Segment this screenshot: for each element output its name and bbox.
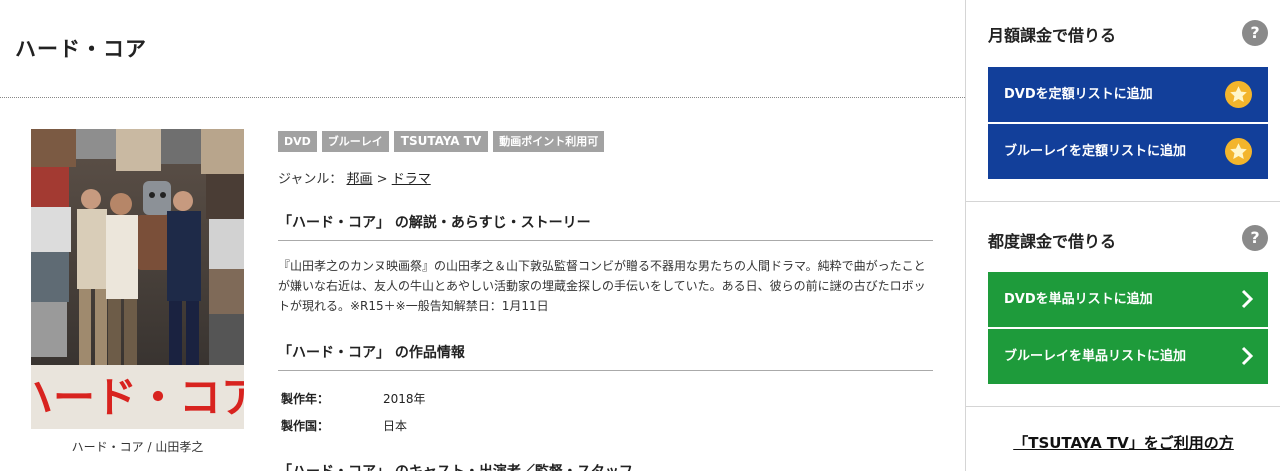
tag-bluray: ブルーレイ bbox=[321, 131, 389, 152]
star-icon bbox=[1225, 81, 1252, 108]
info-heading: 「ハード・コア」 の作品情報 bbox=[278, 342, 933, 371]
add-bluray-single-button[interactable]: ブルーレイを単品リストに追加 bbox=[988, 329, 1268, 384]
info-value: 2018年 bbox=[383, 392, 426, 406]
star-icon bbox=[1225, 138, 1252, 165]
genre-link-japanese-film[interactable]: 邦画 bbox=[347, 172, 373, 187]
button-label: ブルーレイを定額リストに追加 bbox=[1004, 144, 1187, 159]
info-key: 製作国： bbox=[281, 419, 330, 433]
add-dvd-monthly-button[interactable]: DVDを定額リストに追加 bbox=[988, 67, 1268, 122]
main-content: ハード・コア ハード・コア ハード・コア / 山田孝之 DVD ブルーレイ TS… bbox=[0, 0, 965, 471]
sidebar-divider bbox=[966, 201, 1280, 202]
sidebar-divider bbox=[966, 406, 1280, 407]
synopsis-text: 『山田孝之のカンヌ映画祭』の山田孝之＆山下敦弘監督コンビが贈る不器用な男たちの人… bbox=[278, 259, 926, 313]
info-row-year: 製作年： 2018年 bbox=[281, 390, 426, 407]
button-label: ブルーレイを単品リストに追加 bbox=[1004, 349, 1187, 364]
poster-title-text: ハード・コア bbox=[31, 373, 244, 422]
add-dvd-single-button[interactable]: DVDを単品リストに追加 bbox=[988, 272, 1268, 327]
movie-poster[interactable]: ハード・コア bbox=[31, 129, 244, 429]
help-icon[interactable]: ? bbox=[1242, 20, 1268, 46]
chevron-right-icon bbox=[1241, 346, 1254, 366]
help-icon[interactable]: ? bbox=[1242, 225, 1268, 251]
tsutaya-tv-link[interactable]: 「TSUTAYA TV」をご利用の方 bbox=[966, 432, 1280, 453]
cast-heading: 「ハード・コア」 のキャスト・出演者／監督・スタッフ bbox=[278, 461, 933, 471]
poster-caption: ハード・コア / 山田孝之 bbox=[71, 440, 204, 454]
monthly-heading: 月額課金で借りる bbox=[988, 26, 1117, 45]
tag-video-points: 動画ポイント利用可 bbox=[493, 131, 605, 152]
single-heading: 都度課金で借りる bbox=[988, 232, 1117, 251]
tag-dvd: DVD bbox=[278, 131, 317, 152]
info-row-country: 製作国： 日本 bbox=[281, 417, 407, 434]
genre-breadcrumb: ジャンル： 邦画 > ドラマ bbox=[278, 168, 431, 187]
chevron-right-icon bbox=[1241, 289, 1254, 309]
page-title: ハード・コア bbox=[15, 37, 147, 61]
genre-link-drama[interactable]: ドラマ bbox=[392, 172, 431, 187]
button-label: DVDを定額リストに追加 bbox=[1004, 87, 1153, 102]
tag-tsutaya-tv: TSUTAYA TV bbox=[393, 131, 489, 152]
title-divider bbox=[0, 97, 965, 98]
button-label: DVDを単品リストに追加 bbox=[1004, 292, 1153, 307]
info-value: 日本 bbox=[383, 419, 408, 433]
rental-sidebar: 月額課金で借りる ? DVDを定額リストに追加 ブルーレイを定額リストに追加 都… bbox=[965, 0, 1280, 471]
format-tags: DVD ブルーレイ TSUTAYA TV 動画ポイント利用可 bbox=[278, 131, 605, 152]
genre-label: ジャンル： bbox=[278, 172, 343, 187]
synopsis-heading: 「ハード・コア」 の解説・あらすじ・ストーリー bbox=[278, 212, 933, 241]
genre-separator: > bbox=[376, 172, 388, 187]
add-bluray-monthly-button[interactable]: ブルーレイを定額リストに追加 bbox=[988, 124, 1268, 179]
info-key: 製作年： bbox=[281, 392, 330, 406]
